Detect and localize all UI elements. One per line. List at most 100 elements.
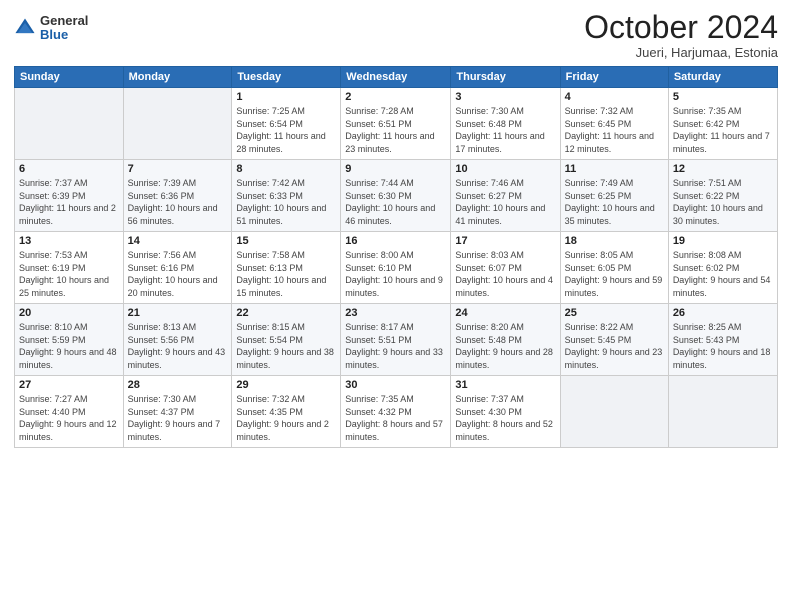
day-info: Sunrise: 7:32 AMSunset: 4:35 PMDaylight:… [236,393,336,443]
day-info: Sunrise: 8:05 AMSunset: 6:05 PMDaylight:… [565,249,664,299]
calendar-table: Sunday Monday Tuesday Wednesday Thursday… [14,66,778,448]
day-number: 31 [455,379,555,391]
day-cell: 19 Sunrise: 8:08 AMSunset: 6:02 PMDayligh… [668,232,777,304]
week-row-4: 27Sunrise: 7:27 AMSunset: 4:40 PMDayligh… [15,376,778,448]
logo-icon [14,17,36,39]
calendar-page: General Blue October 2024 Jueri, Harjuma… [0,0,792,612]
header-sunday: Sunday [15,67,124,88]
day-info: Sunrise: 8:13 AMSunset: 5:56 PMDaylight:… [128,321,228,371]
day-number: 2 [345,91,446,103]
day-cell: 8Sunrise: 7:42 AMSunset: 6:33 PMDaylight… [232,160,341,232]
day-number: 20 [19,307,119,319]
day-info: Sunrise: 7:25 AMSunset: 6:54 PMDaylight:… [236,105,336,155]
day-number: 9 [345,163,446,175]
day-cell: 12 Sunrise: 7:51 AMSunset: 6:22 PMDayligh… [668,160,777,232]
day-cell [15,88,124,160]
day-number: 4 [565,91,664,103]
day-cell: 30Sunrise: 7:35 AMSunset: 4:32 PMDayligh… [341,376,451,448]
day-number: 13 [19,235,119,247]
day-cell: 1 Sunrise: 7:25 AMSunset: 6:54 PMDaylight… [232,88,341,160]
day-number: 15 [236,235,336,247]
day-cell: 21Sunrise: 8:13 AMSunset: 5:56 PMDayligh… [123,304,232,376]
logo-blue: Blue [40,28,88,42]
week-row-0: 1 Sunrise: 7:25 AMSunset: 6:54 PMDaylight… [15,88,778,160]
day-cell: 6Sunrise: 7:37 AMSunset: 6:39 PMDaylight… [15,160,124,232]
day-number: 12 [673,163,773,175]
day-number: 19 [673,235,773,247]
header-tuesday: Tuesday [232,67,341,88]
month-title: October 2024 [584,10,778,45]
header: General Blue October 2024 Jueri, Harjuma… [14,10,778,60]
location: Jueri, Harjumaa, Estonia [584,45,778,60]
day-info: Sunrise: 7:46 AMSunset: 6:27 PMDaylight:… [455,177,555,227]
day-info: Sunrise: 8:15 AMSunset: 5:54 PMDaylight:… [236,321,336,371]
day-cell [668,376,777,448]
day-info: Sunrise: 7:39 AMSunset: 6:36 PMDaylight:… [128,177,228,227]
day-cell: 28Sunrise: 7:30 AMSunset: 4:37 PMDayligh… [123,376,232,448]
day-cell: 27Sunrise: 7:27 AMSunset: 4:40 PMDayligh… [15,376,124,448]
day-info: Sunrise: 8:25 AMSunset: 5:43 PMDaylight:… [673,321,773,371]
day-cell: 14 Sunrise: 7:56 AMSunset: 6:16 PMDayligh… [123,232,232,304]
logo-general: General [40,14,88,28]
day-cell: 18 Sunrise: 8:05 AMSunset: 6:05 PMDayligh… [560,232,668,304]
header-wednesday: Wednesday [341,67,451,88]
day-number: 24 [455,307,555,319]
day-number: 6 [19,163,119,175]
day-cell: 20 Sunrise: 8:10 AMSunset: 5:59 PMDayligh… [15,304,124,376]
day-cell: 10 Sunrise: 7:46 AMSunset: 6:27 PMDayligh… [451,160,560,232]
header-monday: Monday [123,67,232,88]
week-row-2: 13 Sunrise: 7:53 AMSunset: 6:19 PMDayligh… [15,232,778,304]
day-cell [560,376,668,448]
day-number: 11 [565,163,664,175]
day-info: Sunrise: 7:56 AMSunset: 6:16 PMDaylight:… [128,249,228,299]
day-cell: 2Sunrise: 7:28 AMSunset: 6:51 PMDaylight… [341,88,451,160]
day-info: Sunrise: 8:17 AMSunset: 5:51 PMDaylight:… [345,321,446,371]
day-info: Sunrise: 7:35 AMSunset: 6:42 PMDaylight:… [673,105,773,155]
day-cell: 16 Sunrise: 8:00 AMSunset: 6:10 PMDayligh… [341,232,451,304]
day-cell: 15Sunrise: 7:58 AMSunset: 6:13 PMDayligh… [232,232,341,304]
day-info: Sunrise: 7:42 AMSunset: 6:33 PMDaylight:… [236,177,336,227]
header-thursday: Thursday [451,67,560,88]
header-saturday: Saturday [668,67,777,88]
logo: General Blue [14,14,88,43]
day-number: 30 [345,379,446,391]
day-cell: 13 Sunrise: 7:53 AMSunset: 6:19 PMDayligh… [15,232,124,304]
day-info: Sunrise: 7:30 AMSunset: 6:48 PMDaylight:… [455,105,555,155]
day-number: 17 [455,235,555,247]
day-number: 7 [128,163,228,175]
day-number: 29 [236,379,336,391]
day-cell [123,88,232,160]
week-row-3: 20 Sunrise: 8:10 AMSunset: 5:59 PMDayligh… [15,304,778,376]
day-cell: 23 Sunrise: 8:17 AMSunset: 5:51 PMDayligh… [341,304,451,376]
day-cell: 26 Sunrise: 8:25 AMSunset: 5:43 PMDayligh… [668,304,777,376]
day-number: 23 [345,307,446,319]
day-cell: 11Sunrise: 7:49 AMSunset: 6:25 PMDayligh… [560,160,668,232]
day-info: Sunrise: 8:08 AMSunset: 6:02 PMDaylight:… [673,249,773,299]
day-number: 5 [673,91,773,103]
day-info: Sunrise: 8:00 AMSunset: 6:10 PMDaylight:… [345,249,446,299]
day-info: Sunrise: 7:51 AMSunset: 6:22 PMDaylight:… [673,177,773,227]
day-info: Sunrise: 8:03 AMSunset: 6:07 PMDaylight:… [455,249,555,299]
day-info: Sunrise: 8:20 AMSunset: 5:48 PMDaylight:… [455,321,555,371]
day-number: 25 [565,307,664,319]
day-number: 18 [565,235,664,247]
day-cell: 7 Sunrise: 7:39 AMSunset: 6:36 PMDaylight… [123,160,232,232]
day-cell: 3Sunrise: 7:30 AMSunset: 6:48 PMDaylight… [451,88,560,160]
day-number: 16 [345,235,446,247]
day-number: 22 [236,307,336,319]
day-number: 26 [673,307,773,319]
day-number: 14 [128,235,228,247]
day-number: 27 [19,379,119,391]
day-info: Sunrise: 7:53 AMSunset: 6:19 PMDaylight:… [19,249,119,299]
day-cell: 17 Sunrise: 8:03 AMSunset: 6:07 PMDayligh… [451,232,560,304]
day-cell: 4 Sunrise: 7:32 AMSunset: 6:45 PMDaylight… [560,88,668,160]
title-section: October 2024 Jueri, Harjumaa, Estonia [584,10,778,60]
day-number: 28 [128,379,228,391]
header-friday: Friday [560,67,668,88]
day-info: Sunrise: 7:44 AMSunset: 6:30 PMDaylight:… [345,177,446,227]
day-info: Sunrise: 7:32 AMSunset: 6:45 PMDaylight:… [565,105,664,155]
day-info: Sunrise: 8:10 AMSunset: 5:59 PMDaylight:… [19,321,119,371]
day-number: 1 [236,91,336,103]
day-info: Sunrise: 8:22 AMSunset: 5:45 PMDaylight:… [565,321,664,371]
day-number: 10 [455,163,555,175]
